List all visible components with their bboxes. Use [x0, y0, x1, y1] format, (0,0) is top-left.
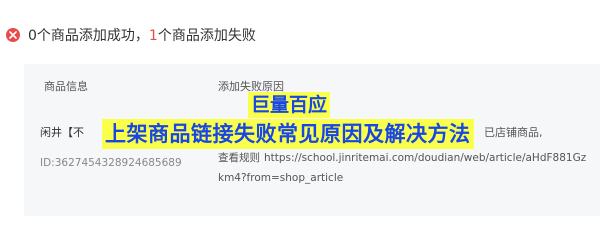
product-name: 闲井【不 — [40, 126, 84, 139]
fail-count: 1 — [148, 28, 158, 44]
fail-reason-text: 已店铺商品, — [484, 126, 543, 139]
error-icon — [6, 28, 20, 42]
result-summary: 0个商品添加成功，1个商品添加失败 — [6, 24, 256, 46]
result-message: 0个商品添加成功，1个商品添加失败 — [28, 25, 256, 45]
overlay-title-caption: 上架商品链接失败常见原因及解决方法 — [102, 119, 474, 149]
rule-link[interactable]: https://school.jinritemai.com/doudian/we… — [218, 152, 586, 184]
overlay-brand-caption: 巨量百应 — [248, 92, 331, 118]
fail-reason-rule: 查看规则 https://school.jinritemai.com/doudia… — [218, 148, 590, 188]
success-text: 个商品添加成功， — [36, 28, 149, 44]
product-id: ID:3627454328924685689 — [40, 157, 182, 169]
column-header-product-info: 商品信息 — [44, 80, 88, 93]
fail-text: 个商品添加失败 — [157, 28, 256, 44]
success-count: 0 — [28, 28, 37, 44]
rule-label: 查看规则 — [218, 152, 260, 164]
